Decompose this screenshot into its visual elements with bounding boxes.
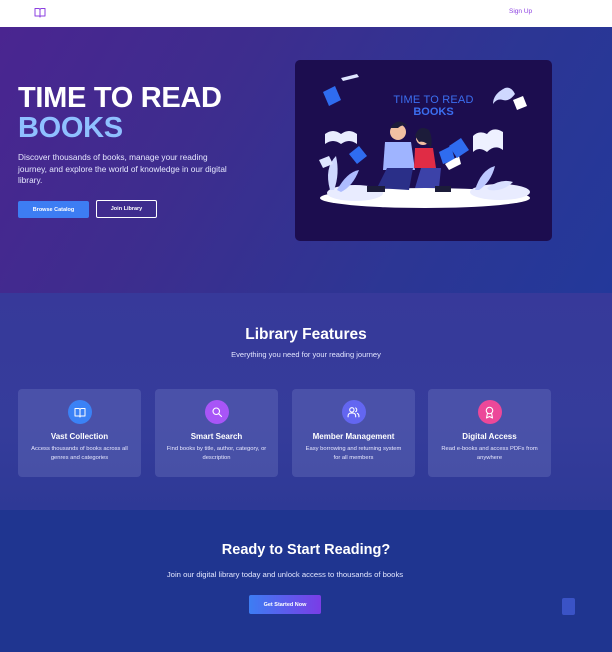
feature-card-vast-collection: Vast Collection Access thousands of book… — [18, 389, 141, 477]
feature-title: Digital Access — [462, 432, 517, 441]
join-library-button[interactable]: Join Library — [96, 200, 157, 218]
features-title: Library Features — [245, 326, 367, 343]
feature-description: Read e-books and access PDFs from anywhe… — [441, 446, 538, 461]
feature-description: Access thousands of books across all gen… — [31, 446, 128, 461]
hero-section: TIME TO READ BOOKS Discover thousands of… — [0, 27, 612, 293]
cta-subtitle: Join our digital library today and unloc… — [166, 570, 404, 579]
users-icon — [341, 400, 366, 424]
browse-catalog-button[interactable]: Browse Catalog — [18, 201, 89, 218]
floating-chat-button[interactable] — [562, 598, 575, 615]
hero-illustration: TIME TO READ BOOKS — [295, 60, 552, 241]
feature-description: Find books by title, author, category, o… — [166, 446, 267, 461]
hero-description: Discover thousands of books, manage your… — [18, 152, 227, 185]
top-nav: Sign Up — [0, 0, 612, 27]
cta-section: Ready to Start Reading? Join our digital… — [0, 510, 612, 652]
feature-card-member-management: Member Management Easy borrowing and ret… — [292, 389, 415, 477]
feature-title: Member Management — [312, 432, 395, 441]
reading-couple-illustration — [319, 74, 530, 208]
illustration-title-line1: TIME TO READ — [393, 94, 474, 106]
book-open-icon[interactable] — [34, 7, 46, 18]
feature-card-digital-access: Digital Access Read e-books and access P… — [428, 389, 551, 477]
feature-description: Easy borrowing and returning system for … — [305, 446, 402, 461]
features-subtitle: Everything you need for your reading jou… — [231, 350, 381, 359]
hero-title-line2: BOOKS — [18, 112, 123, 144]
features-section: Library Features Everything you need for… — [0, 293, 612, 510]
feature-title: Vast Collection — [50, 432, 109, 441]
feature-title: Smart Search — [190, 432, 243, 441]
search-icon — [204, 400, 229, 424]
book-open-icon — [67, 400, 92, 424]
get-started-button[interactable]: Get Started Now — [249, 595, 321, 614]
cta-title: Ready to Start Reading? — [221, 542, 391, 558]
hero-title: TIME TO READ BOOKS — [18, 83, 222, 143]
sign-up-link[interactable]: Sign Up — [509, 8, 532, 15]
award-icon — [477, 400, 502, 424]
illustration-title-line2: BOOKS — [413, 106, 454, 118]
feature-card-smart-search: Smart Search Find books by title, author… — [155, 389, 278, 477]
hero-title-line1: TIME TO READ — [18, 82, 222, 114]
